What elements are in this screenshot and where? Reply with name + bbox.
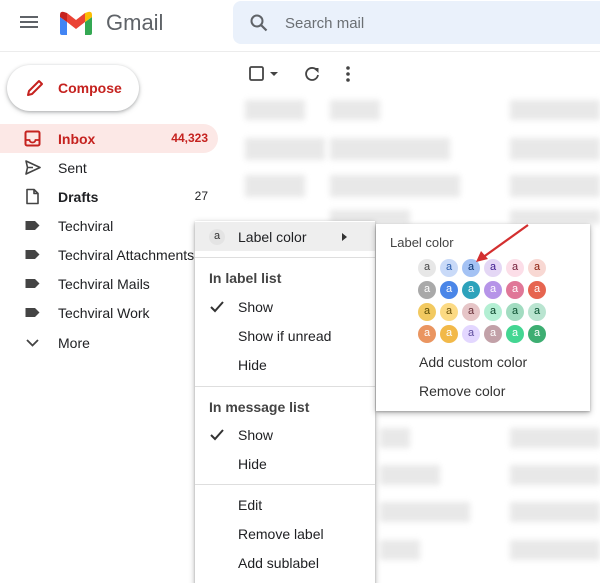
menu-item-label: Edit [238, 497, 263, 513]
sidebar-item-inbox[interactable]: Inbox 44,323 [0, 124, 218, 153]
label-context-menu: a Label color In label list Show Show if… [195, 221, 375, 583]
label-tag-icon [25, 221, 40, 230]
color-swatch[interactable]: a [528, 303, 546, 321]
menu-item-label: Remove label [238, 526, 324, 542]
menu-divider [195, 386, 375, 387]
gmail-wordmark: Gmail [106, 10, 164, 35]
menu-divider [195, 484, 375, 485]
menu-item-label: Add sublabel [238, 555, 319, 571]
sidebar-item-sent[interactable]: Sent [0, 153, 218, 182]
sidebar-item-techviral-attachments[interactable]: Techviral Attachments [0, 240, 218, 269]
gmail-logo-icon[interactable] [58, 9, 94, 37]
menu-item-label: Show if unread [238, 328, 332, 344]
color-swatch[interactable]: a [440, 303, 458, 321]
color-swatch[interactable]: a [484, 303, 502, 321]
menu-item-message-list-hide[interactable]: Hide [195, 449, 375, 478]
search-icon[interactable] [249, 13, 269, 33]
menu-item-label: Show [238, 299, 274, 315]
menu-item-label-color[interactable]: a Label color [195, 222, 375, 251]
label-color-swatch: a [209, 229, 225, 245]
menu-item-remove-label[interactable]: Remove label [195, 519, 375, 548]
color-swatch[interactable]: a [506, 281, 524, 299]
menu-item-add-sublabel[interactable]: Add sublabel [195, 548, 375, 577]
search-input[interactable]: Search mail [285, 15, 364, 32]
checkmark-icon [210, 429, 224, 441]
sidebar-item-label: Techviral Work [58, 305, 150, 321]
sidebar-item-label: Techviral [58, 218, 114, 234]
sidebar-item-techviral-work[interactable]: Techviral Work [0, 298, 218, 327]
submenu-title: Label color [390, 235, 454, 250]
label-tag-icon [25, 279, 40, 288]
menu-item-message-list-show[interactable]: Show [195, 420, 375, 449]
menu-item-label-list-show[interactable]: Show [195, 292, 375, 321]
sidebar-item-label: Sent [58, 160, 87, 176]
remove-color-option[interactable]: Remove color [419, 383, 505, 399]
section-heading: In message list [209, 399, 310, 415]
menu-item-label-list-show-unread[interactable]: Show if unread [195, 321, 375, 350]
annotation-arrow-icon [476, 224, 529, 262]
menu-item-label: Hide [238, 357, 267, 373]
section-heading: In label list [209, 270, 282, 286]
add-custom-color-option[interactable]: Add custom color [419, 354, 527, 370]
checkmark-icon [210, 301, 224, 313]
color-swatch[interactable]: a [418, 325, 436, 343]
compose-label: Compose [58, 80, 122, 96]
pencil-icon [27, 80, 43, 96]
compose-button[interactable]: Compose [7, 65, 139, 111]
header-divider [0, 51, 600, 52]
select-checkbox-dropdown[interactable] [248, 64, 282, 84]
draft-count: 27 [194, 189, 208, 203]
send-icon [25, 160, 41, 175]
color-swatch[interactable]: a [506, 325, 524, 343]
label-tag-icon [25, 250, 40, 259]
sidebar-item-drafts[interactable]: Drafts 27 [0, 182, 218, 211]
menu-item-label: Hide [238, 456, 267, 472]
color-swatch[interactable]: a [528, 325, 546, 343]
sidebar-item-techviral-mails[interactable]: Techviral Mails [0, 269, 218, 298]
main-menu-button[interactable] [18, 13, 40, 33]
menu-divider [195, 257, 375, 258]
color-swatch[interactable]: a [528, 281, 546, 299]
unread-count: 44,323 [171, 131, 208, 145]
label-tag-icon [25, 308, 40, 317]
color-swatch[interactable]: a [506, 303, 524, 321]
color-swatch[interactable]: a [418, 259, 436, 277]
menu-item-label: Label color [238, 229, 307, 245]
color-swatch[interactable]: a [462, 303, 480, 321]
sidebar-item-label: More [58, 335, 90, 351]
sidebar-item-label: Drafts [58, 189, 99, 205]
search-bar[interactable]: Search mail [233, 1, 600, 44]
menu-item-edit[interactable]: Edit [195, 490, 375, 519]
more-vert-icon[interactable] [338, 64, 358, 84]
color-swatch[interactable]: a [462, 281, 480, 299]
sidebar-item-label: Inbox [58, 131, 96, 147]
color-swatch[interactable]: a [484, 325, 502, 343]
submenu-arrow-icon [342, 233, 347, 241]
color-swatch[interactable]: a [418, 303, 436, 321]
color-swatch[interactable]: a [418, 281, 436, 299]
color-swatch[interactable]: a [440, 259, 458, 277]
draft-file-icon [26, 188, 39, 205]
sidebar-item-label: Techviral Mails [58, 276, 150, 292]
color-swatch[interactable]: a [440, 325, 458, 343]
menu-item-label: Show [238, 427, 274, 443]
refresh-icon[interactable] [302, 64, 322, 84]
color-swatch[interactable]: a [484, 281, 502, 299]
color-swatch[interactable]: a [462, 325, 480, 343]
sidebar-item-label: Techviral Attachments [58, 247, 195, 263]
sidebar-item-techviral[interactable]: Techviral [0, 211, 218, 240]
color-swatch[interactable]: a [440, 281, 458, 299]
menu-item-label-list-hide[interactable]: Hide [195, 350, 375, 379]
sidebar-item-more[interactable]: More [0, 328, 218, 357]
inbox-icon [24, 130, 41, 147]
chevron-down-icon [26, 339, 39, 347]
